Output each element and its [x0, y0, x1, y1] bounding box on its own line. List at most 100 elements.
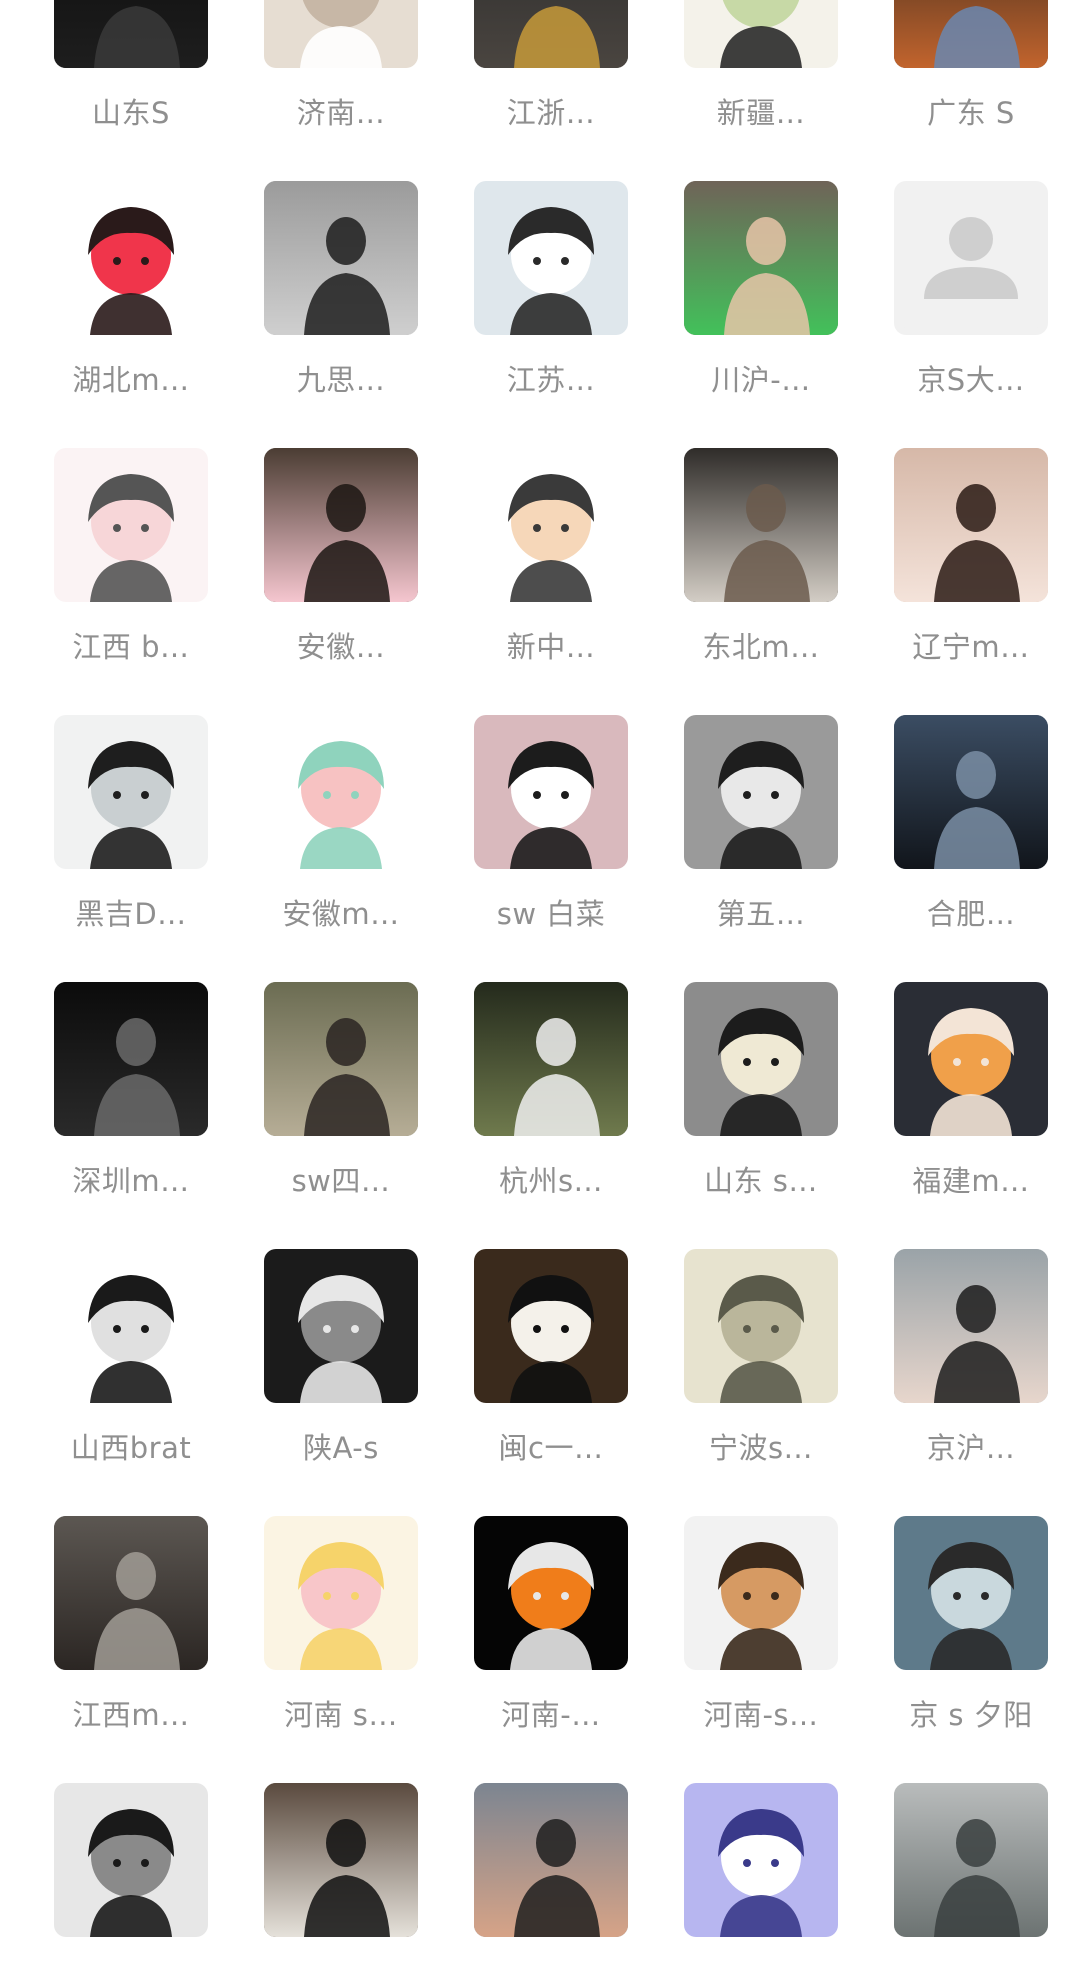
avatar[interactable] [894, 1249, 1048, 1403]
avatar[interactable] [894, 1783, 1048, 1937]
avatar[interactable] [54, 448, 208, 602]
avatar[interactable] [264, 1783, 418, 1937]
avatar[interactable] [894, 0, 1048, 68]
contact-item[interactable]: 湖北m… [26, 181, 236, 421]
contact-item[interactable]: 山东S [26, 0, 236, 154]
contacts-grid: 山东S 济南… 江浙… 新疆… 广东 S 湖北m… 九思… 江苏… 川沪-… 京S大… 江西 b… 安… [0, 0, 1080, 1978]
avatar[interactable] [474, 0, 628, 68]
contact-name: sw 白菜 [496, 897, 606, 931]
contact-name: 黑吉D… [75, 897, 187, 931]
avatar[interactable] [684, 982, 838, 1136]
contact-name: 山西brat [70, 1431, 192, 1465]
contact-name: 福建m… [912, 1164, 1030, 1198]
contact-item[interactable]: 杭州s… [446, 982, 656, 1222]
avatar[interactable] [264, 1516, 418, 1670]
contact-item[interactable]: 江苏… [446, 181, 656, 421]
contact-name: 闽c一… [498, 1431, 604, 1465]
contact-item[interactable] [656, 1783, 866, 1978]
contact-name: 深圳m… [72, 1164, 190, 1198]
contact-item[interactable]: 济南… [236, 0, 446, 154]
contact-item[interactable]: sw 白菜 [446, 715, 656, 955]
avatar[interactable] [894, 715, 1048, 869]
contact-item[interactable]: 川沪-… [656, 181, 866, 421]
contact-item[interactable]: 江西 b… [26, 448, 236, 688]
contact-item[interactable]: 安徽… [236, 448, 446, 688]
contact-item[interactable]: 第五… [656, 715, 866, 955]
contact-item[interactable]: 新疆… [656, 0, 866, 154]
contact-item[interactable]: 京 s 夕阳 [866, 1516, 1076, 1756]
avatar[interactable] [54, 0, 208, 68]
contact-item[interactable]: 辽宁m… [866, 448, 1076, 688]
avatar[interactable] [684, 715, 838, 869]
contact-name: 河南-s… [703, 1698, 819, 1732]
avatar[interactable] [474, 1516, 628, 1670]
contact-item[interactable]: 福建m… [866, 982, 1076, 1222]
avatar[interactable] [894, 982, 1048, 1136]
avatar[interactable] [264, 1249, 418, 1403]
avatar[interactable] [684, 0, 838, 68]
avatar[interactable] [264, 982, 418, 1136]
avatar[interactable] [894, 1516, 1048, 1670]
avatar[interactable] [474, 1249, 628, 1403]
avatar[interactable] [474, 181, 628, 335]
contact-item[interactable]: 陕A-s [236, 1249, 446, 1489]
avatar[interactable] [264, 448, 418, 602]
contact-item[interactable]: 京S大… [866, 181, 1076, 421]
contact-item[interactable]: 九思… [236, 181, 446, 421]
avatar[interactable] [684, 1783, 838, 1937]
contact-item[interactable]: 宁波s… [656, 1249, 866, 1489]
avatar[interactable] [684, 448, 838, 602]
avatar[interactable] [264, 181, 418, 335]
contact-item[interactable]: 河南-… [446, 1516, 656, 1756]
avatar[interactable] [474, 1783, 628, 1937]
contact-item[interactable]: 江浙… [446, 0, 656, 154]
contact-item[interactable]: 闽c一… [446, 1249, 656, 1489]
contact-item[interactable]: 河南-s… [656, 1516, 866, 1756]
contact-item[interactable]: 山西brat [26, 1249, 236, 1489]
contact-item[interactable] [236, 1783, 446, 1978]
contact-name: 安徽… [296, 630, 386, 664]
contact-name: 济南… [296, 96, 386, 130]
avatar[interactable] [684, 1249, 838, 1403]
contact-item[interactable]: sw四… [236, 982, 446, 1222]
avatar[interactable] [264, 715, 418, 869]
contact-item[interactable]: 山东 s… [656, 982, 866, 1222]
avatar[interactable] [54, 1783, 208, 1937]
contact-item[interactable] [866, 1783, 1076, 1978]
contact-name: 京沪… [926, 1431, 1016, 1465]
avatar[interactable] [474, 448, 628, 602]
avatar[interactable] [54, 715, 208, 869]
contact-item[interactable] [446, 1783, 656, 1978]
avatar[interactable] [54, 982, 208, 1136]
contact-name: 新中… [506, 630, 596, 664]
contact-item[interactable]: 河南 s… [236, 1516, 446, 1756]
contact-name: 河南 s… [284, 1698, 398, 1732]
contact-item[interactable]: 深圳m… [26, 982, 236, 1222]
contact-item[interactable]: 安徽m… [236, 715, 446, 955]
avatar[interactable] [54, 1516, 208, 1670]
contact-item[interactable] [26, 1783, 236, 1978]
contact-name: sw四… [291, 1164, 391, 1198]
contact-name: 杭州s… [498, 1164, 604, 1198]
avatar[interactable] [684, 181, 838, 335]
avatar[interactable] [474, 982, 628, 1136]
contact-item[interactable]: 东北m… [656, 448, 866, 688]
default-avatar-icon[interactable] [894, 181, 1048, 335]
contact-name: 第五… [716, 897, 806, 931]
contact-item[interactable]: 江西m… [26, 1516, 236, 1756]
avatar[interactable] [894, 448, 1048, 602]
contact-item[interactable]: 广东 S [866, 0, 1076, 154]
avatar[interactable] [684, 1516, 838, 1670]
avatar[interactable] [54, 181, 208, 335]
contact-item[interactable]: 新中… [446, 448, 656, 688]
contact-name: 江西 b… [72, 630, 190, 664]
avatar[interactable] [54, 1249, 208, 1403]
contact-item[interactable]: 黑吉D… [26, 715, 236, 955]
contact-name: 江苏… [506, 363, 596, 397]
contact-item[interactable]: 合肥… [866, 715, 1076, 955]
contact-name: 宁波s… [708, 1431, 814, 1465]
contact-item[interactable]: 京沪… [866, 1249, 1076, 1489]
avatar[interactable] [474, 715, 628, 869]
avatar[interactable] [264, 0, 418, 68]
contact-name: 安徽m… [282, 897, 400, 931]
